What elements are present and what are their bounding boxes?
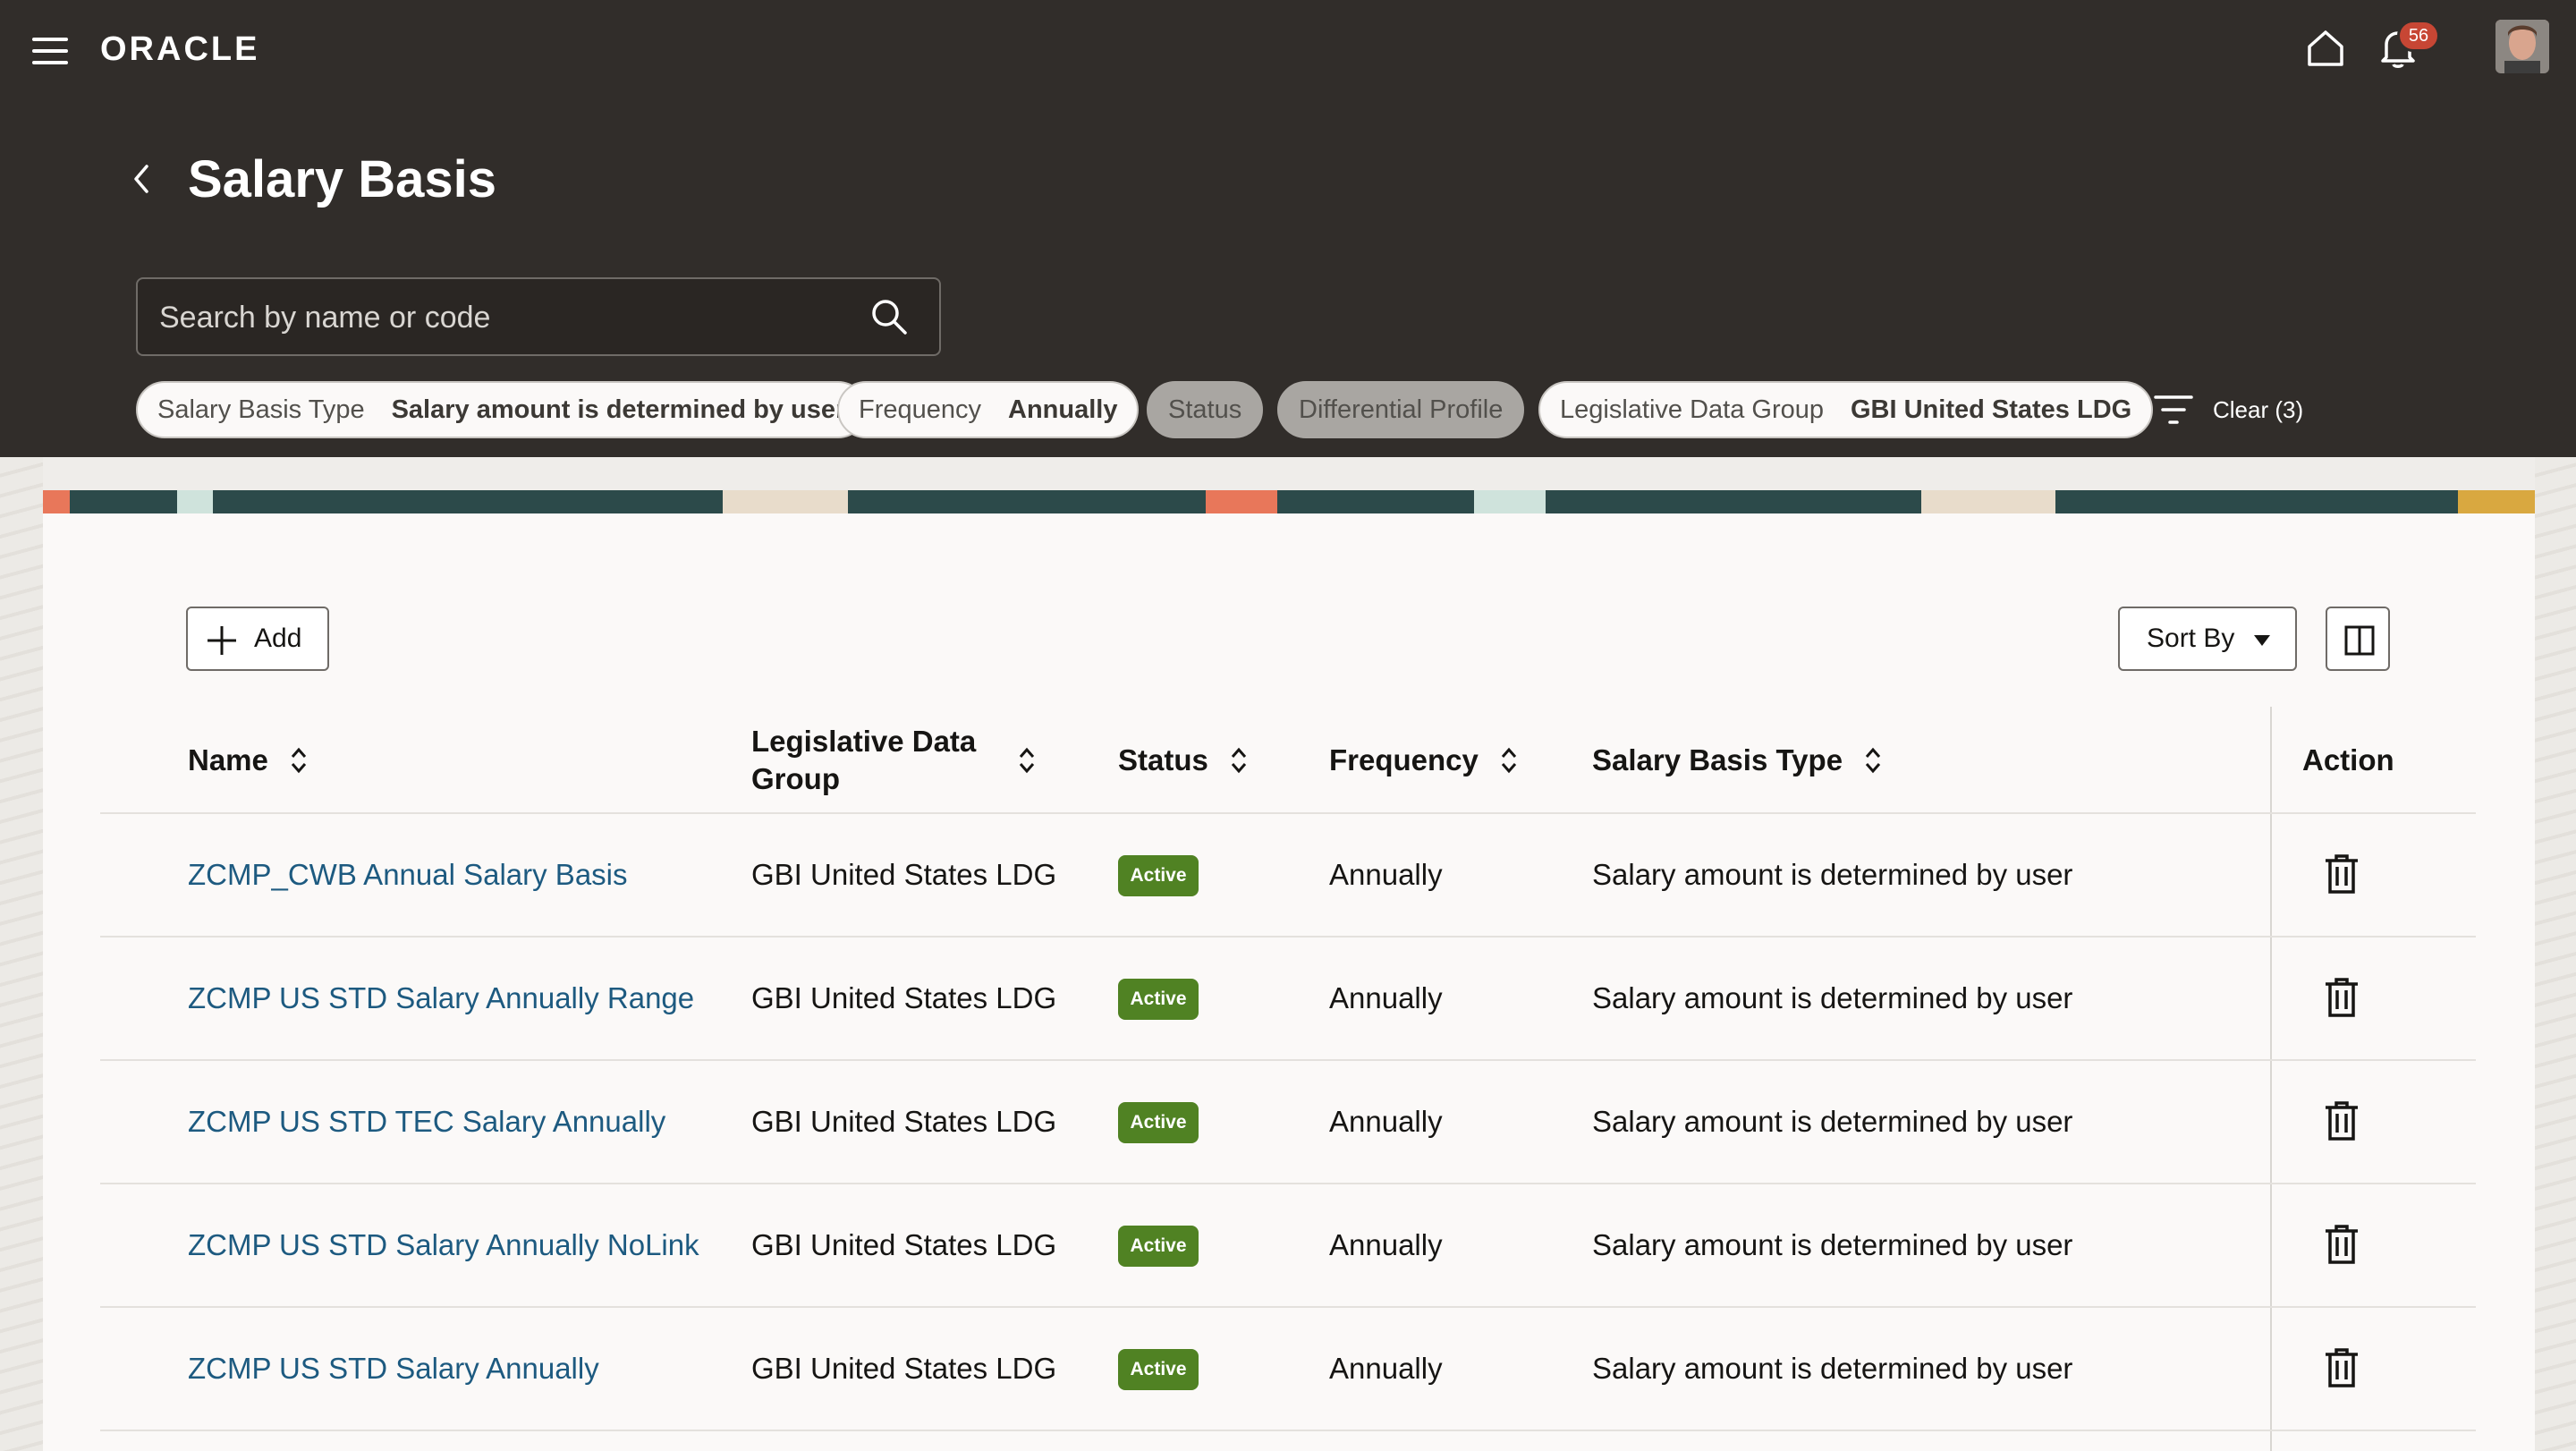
status-badge: Active (1118, 1349, 1199, 1390)
filter-icon[interactable] (2154, 394, 2193, 426)
ldg-cell: GBI United States LDG (751, 1352, 1057, 1385)
column-header-label: Status (1118, 743, 1208, 776)
frequency-cell: Annually (1329, 1105, 1443, 1138)
filter-chip-salary-basis-type[interactable]: Salary Basis Type Salary amount is determ… (136, 381, 868, 438)
sort-arrows-icon[interactable] (1228, 745, 1250, 776)
filter-chip-label: Frequency (859, 395, 982, 424)
column-header-status[interactable]: Status (1118, 716, 1250, 805)
salary-basis-type-cell: Salary amount is determined by user (1592, 1352, 2073, 1385)
column-header-action: Action (2302, 716, 2394, 805)
plus-icon (208, 626, 236, 655)
column-header-label: Name (188, 743, 268, 776)
sort-arrows-icon[interactable] (288, 745, 309, 776)
ldg-cell: GBI United States LDG (751, 981, 1057, 1014)
sort-arrows-icon[interactable] (1498, 745, 1520, 776)
sort-by-label: Sort By (2147, 624, 2235, 653)
user-avatar[interactable] (2496, 20, 2549, 73)
background-texture-left (0, 457, 43, 1451)
frequency-cell: Annually (1329, 1228, 1443, 1261)
filter-chip-label: Differential Profile (1299, 395, 1504, 424)
status-badge: Active (1118, 979, 1199, 1020)
back-chevron-icon[interactable] (123, 159, 159, 199)
caret-down-icon (2254, 635, 2270, 646)
delete-trash-icon[interactable] (2324, 1100, 2360, 1141)
search-icon[interactable] (869, 297, 909, 336)
frequency-cell: Annually (1329, 981, 1443, 1014)
ldg-cell: GBI United States LDG (751, 1105, 1057, 1138)
row-divider (100, 1183, 2476, 1184)
search-input[interactable] (159, 295, 857, 340)
salary-basis-name-link[interactable]: ZCMP US STD Salary Annually NoLink (188, 1226, 699, 1265)
row-divider (100, 1059, 2476, 1061)
delete-trash-icon[interactable] (2324, 977, 2360, 1018)
column-layout-button[interactable] (2326, 607, 2390, 671)
column-header-name[interactable]: Name (188, 716, 309, 805)
column-header-legislative-data-group[interactable]: Legislative Data Group (751, 716, 1073, 805)
add-button[interactable]: Add (186, 607, 329, 671)
delete-trash-icon[interactable] (2324, 853, 2360, 895)
filter-chip-value: Salary amount is determined by user (391, 395, 846, 424)
row-divider (100, 812, 2476, 814)
filter-chip-value: Annually (1008, 395, 1118, 424)
status-badge: Active (1118, 1226, 1199, 1267)
salary-basis-name-link[interactable]: ZCMP_CWB Annual Salary Basis (188, 855, 628, 895)
delete-trash-icon[interactable] (2324, 1224, 2360, 1265)
sort-arrows-icon[interactable] (1862, 745, 1884, 776)
sort-arrows-icon[interactable] (1016, 745, 1038, 776)
filter-chip-differential-profile[interactable]: Differential Profile (1277, 381, 1525, 438)
column-header-salary-basis-type[interactable]: Salary Basis Type (1592, 716, 1884, 805)
oracle-logo[interactable]: ORACLE (100, 30, 259, 70)
column-header-label: Action (2302, 743, 2394, 776)
salary-basis-type-cell: Salary amount is determined by user (1592, 981, 2073, 1014)
filter-chip-label: Status (1168, 395, 1242, 424)
status-badge: Active (1118, 855, 1199, 896)
filter-chip-label: Legislative Data Group (1560, 395, 1824, 424)
salary-basis-type-cell: Salary amount is determined by user (1592, 1228, 2073, 1261)
column-header-label: Legislative Data Group (751, 725, 977, 795)
filter-chip-status[interactable]: Status (1147, 381, 1264, 438)
search-field[interactable] (136, 277, 941, 356)
column-header-label: Frequency (1329, 743, 1479, 776)
add-button-label: Add (254, 624, 302, 653)
salary-basis-type-cell: Salary amount is determined by user (1592, 858, 2073, 891)
frequency-cell: Annually (1329, 858, 1443, 891)
ldg-cell: GBI United States LDG (751, 1228, 1057, 1261)
delete-trash-icon[interactable] (2324, 1347, 2360, 1388)
column-header-frequency[interactable]: Frequency (1329, 716, 1520, 805)
clear-filters-button[interactable]: Clear (3) (2213, 394, 2303, 426)
salary-basis-name-link[interactable]: ZCMP US STD TEC Salary Annually (188, 1102, 665, 1141)
action-column-divider (2270, 707, 2272, 1451)
notification-count-badge: 56 (2397, 20, 2440, 52)
row-divider (100, 1306, 2476, 1308)
row-divider (100, 936, 2476, 938)
ldg-cell: GBI United States LDG (751, 858, 1057, 891)
filter-chip-frequency[interactable]: Frequency Annually (837, 381, 1140, 438)
filter-chip-label: Salary Basis Type (157, 395, 365, 424)
avatar-face-icon (2496, 20, 2549, 73)
columns-icon (2344, 625, 2375, 656)
salary-basis-name-link[interactable]: ZCMP US STD Salary Annually Range (188, 979, 694, 1018)
sort-by-dropdown[interactable]: Sort By (2118, 607, 2297, 671)
background-texture-right (2535, 457, 2576, 1451)
status-badge: Active (1118, 1102, 1199, 1143)
row-divider (100, 1430, 2476, 1431)
page-title: Salary Basis (188, 150, 497, 208)
column-header-label: Salary Basis Type (1592, 743, 1843, 776)
frequency-cell: Annually (1329, 1352, 1443, 1385)
home-icon[interactable] (2304, 27, 2347, 70)
menu-icon[interactable] (32, 38, 68, 64)
decorative-banner (43, 490, 2535, 513)
salary-basis-name-link[interactable]: ZCMP US STD Salary Annually (188, 1349, 599, 1388)
salary-basis-type-cell: Salary amount is determined by user (1592, 1105, 2073, 1138)
filter-chip-legislative-data-group[interactable]: Legislative Data Group GBI United States … (1538, 381, 2154, 438)
filter-chip-value: GBI United States LDG (1851, 395, 2132, 424)
